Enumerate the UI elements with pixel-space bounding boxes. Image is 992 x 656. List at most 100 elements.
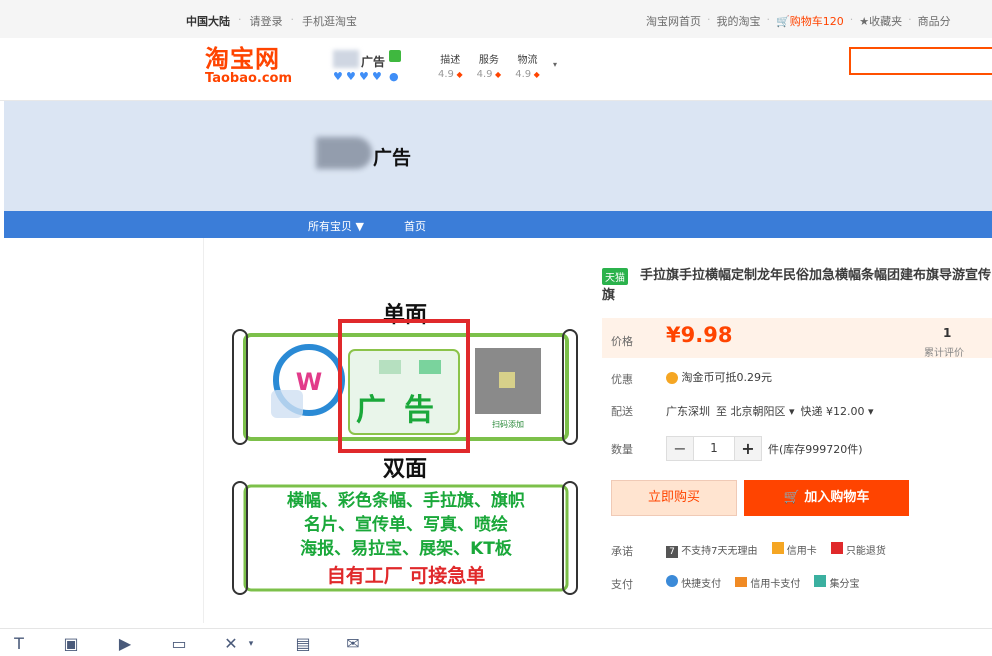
- promise-item[interactable]: 7 不支持7天无理由: [666, 542, 758, 558]
- blurred-shop-logo: [333, 50, 359, 68]
- credit-card-icon: [735, 577, 748, 587]
- separator: ·: [849, 13, 854, 26]
- nav-item-home[interactable]: 首页: [404, 218, 426, 234]
- ship-row: 广东深圳 至 北京朝阳区 ▾ 快递 ¥12.00 ▾: [666, 403, 874, 419]
- image-mid-label: 双面: [383, 457, 427, 482]
- blurred-banner-logo: [316, 137, 372, 169]
- favorites-link[interactable]: ★收藏夹: [859, 13, 902, 29]
- qr-caption: 扫码添加: [492, 419, 524, 429]
- home-link[interactable]: 淘宝网首页: [646, 13, 701, 29]
- left-column: [4, 238, 204, 623]
- ship-from: 广东深圳: [666, 405, 710, 418]
- login-link[interactable]: 请登录: [250, 13, 283, 29]
- promise-label: 承诺: [611, 545, 633, 558]
- badge-icon: ●: [389, 70, 399, 83]
- service-line-3: 海报、易拉宝、展架、KT板: [300, 538, 513, 559]
- payment-text: 快捷支付: [681, 579, 722, 590]
- blurred-ad-mark: [379, 360, 401, 374]
- separator: ·: [290, 13, 295, 26]
- folder-icon[interactable]: ▭: [170, 635, 188, 653]
- mobile-link[interactable]: 手机逛淘宝: [302, 13, 357, 29]
- payment-item[interactable]: 信用卡支付: [735, 575, 800, 590]
- add-cart-label: 加入购物车: [804, 490, 870, 505]
- stock-text: 件(库存999720件): [768, 443, 863, 456]
- category-link[interactable]: 商品分: [918, 13, 951, 29]
- payment-text: 集分宝: [829, 579, 860, 590]
- separator: ·: [707, 13, 711, 26]
- shop-rating: ♥ ♥ ♥ ♥ ●: [333, 71, 400, 82]
- qty-label: 数量: [611, 443, 633, 456]
- promise-text: 不支持7天无理由: [681, 546, 758, 557]
- logo-text-cn: 淘宝网: [205, 45, 280, 73]
- mail-icon[interactable]: ✉: [344, 635, 362, 653]
- price-value: ¥9.98: [666, 323, 733, 347]
- heart-icon: ♥: [372, 70, 382, 83]
- score-value: 4.9: [476, 69, 493, 80]
- service-line-2: 名片、宣传单、写真、喷绘: [304, 514, 508, 535]
- promise-item[interactable]: 只能退货: [830, 542, 886, 558]
- chevron-down-icon[interactable]: ▾: [242, 635, 260, 653]
- ship-label: 配送: [611, 405, 633, 418]
- cut-icon[interactable]: ✕: [222, 635, 240, 653]
- separator: ·: [766, 13, 771, 26]
- promo-label: 优惠: [611, 373, 633, 386]
- promise-item[interactable]: 信用卡: [771, 542, 817, 558]
- quickpay-icon: [666, 575, 678, 587]
- score-label: 描述: [440, 55, 461, 66]
- service-line-1: 横幅、彩色条幅、手拉旗、旗帜: [287, 490, 525, 511]
- quantity-stepper: − 1 +: [666, 436, 762, 461]
- payment-item[interactable]: 集分宝: [814, 575, 860, 590]
- score-value: 4.9: [438, 69, 454, 80]
- text-icon[interactable]: T: [10, 635, 28, 653]
- ship-fee: 快递 ¥12.00: [800, 405, 865, 418]
- promo-row: 淘金币可抵0.29元: [666, 369, 772, 385]
- search-input[interactable]: [849, 47, 992, 75]
- nav-item-all-products[interactable]: 所有宝贝 ▼: [308, 218, 364, 234]
- ship-fee-selector[interactable]: 快递 ¥12.00 ▾: [801, 403, 874, 419]
- mytaobao-link[interactable]: 我的淘宝: [717, 13, 761, 29]
- pay-label: 支付: [611, 578, 633, 591]
- chevron-down-icon: ▾: [868, 405, 874, 418]
- add-to-cart-button[interactable]: 🛒 加入购物车: [744, 480, 909, 516]
- payment-item[interactable]: 快捷支付: [666, 575, 721, 590]
- quantity-input[interactable]: 1: [693, 437, 735, 460]
- shop-nav: 所有宝贝 ▼ 首页: [4, 211, 992, 238]
- buy-now-button[interactable]: 立即购买: [611, 480, 737, 516]
- decrease-button[interactable]: −: [667, 437, 693, 460]
- ship-to-selector[interactable]: 至 北京朝阳区 ▾: [716, 403, 795, 419]
- score-item: 描述 4.9 ◆: [438, 55, 463, 80]
- blurred-logo-area: [271, 390, 303, 418]
- review-count[interactable]: 1: [943, 326, 951, 340]
- tmall-tag: 天猫: [602, 268, 628, 285]
- promise-text: 信用卡: [786, 546, 817, 557]
- image-top-label: 单面: [383, 303, 427, 328]
- shop-banner: 广告: [4, 101, 992, 211]
- table-icon[interactable]: ▤: [294, 635, 312, 653]
- price-label: 价格: [611, 335, 633, 348]
- taobao-logo[interactable]: 淘宝网 Taobao.com: [205, 46, 301, 92]
- separator: ·: [908, 13, 912, 26]
- chevron-down-icon[interactable]: ▾: [553, 60, 557, 69]
- cart-label: 购物车: [789, 15, 823, 28]
- increase-button[interactable]: +: [735, 437, 761, 460]
- ship-to: 至 北京朝阳区: [716, 405, 786, 418]
- nav-label: 所有宝贝: [308, 220, 352, 233]
- seven-days-icon: 7: [666, 546, 678, 558]
- shop-name-text: 广告: [361, 55, 386, 69]
- cart-link[interactable]: 🛒购物车120: [776, 13, 844, 29]
- video-icon[interactable]: ▶: [116, 635, 134, 653]
- heart-icon: ♥: [359, 70, 369, 83]
- payment-text: 信用卡支付: [750, 579, 801, 590]
- blurred-ad-mark: [419, 360, 441, 374]
- separator: ·: [238, 13, 242, 26]
- favorites-label: 收藏夹: [869, 15, 903, 28]
- region-selector[interactable]: 中国大陆: [186, 13, 230, 29]
- shop-scores: 描述 4.9 ◆ 服务 4.9 ◆ 物流 4.9 ◆: [438, 54, 540, 82]
- credit-card-icon: [771, 542, 784, 554]
- wangwang-icon[interactable]: [389, 50, 401, 62]
- score-item: 物流 4.9 ◆: [515, 55, 540, 80]
- image-icon[interactable]: ▣: [62, 635, 80, 653]
- top-bar: 中国大陆 · 请登录 · 手机逛淘宝 淘宝网首页 · 我的淘宝 · 🛒购物车12…: [0, 0, 992, 38]
- product-title: 手拉旗手拉横幅定制龙年民俗加急横幅条幅团建布旗导游宣传旗: [602, 268, 992, 303]
- product-image[interactable]: 单面 W 广告 扫码添加 双面 横幅、彩色条幅、手拉旗、旗帜 名片、宣传单、写真…: [229, 290, 581, 600]
